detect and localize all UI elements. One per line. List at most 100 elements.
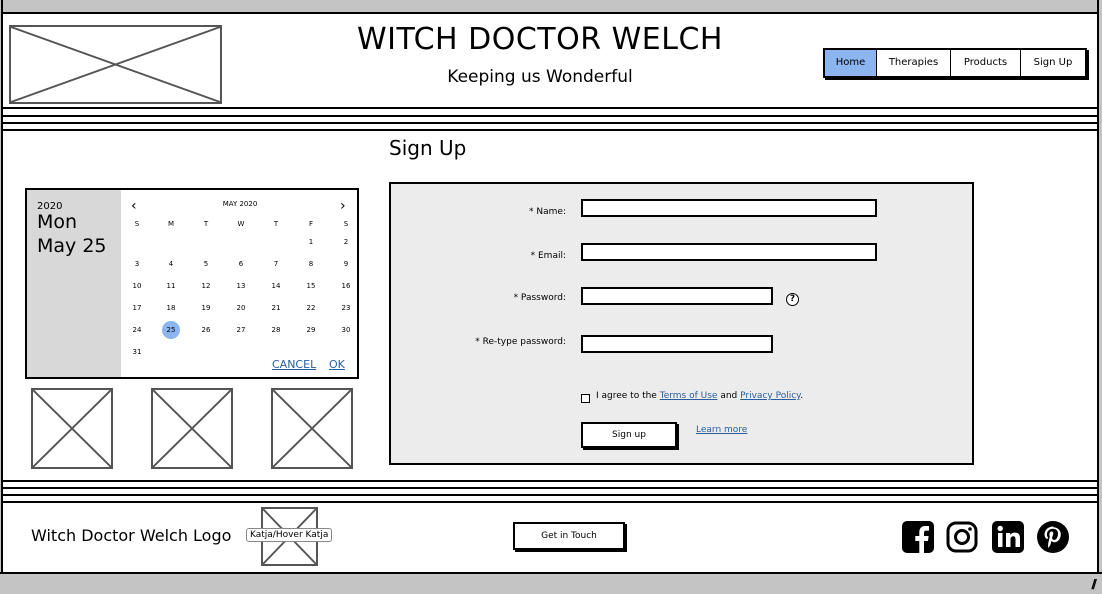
header-divider [3, 107, 1097, 109]
image-placeholder [31, 388, 113, 469]
calendar-day[interactable]: 16 [335, 277, 357, 295]
date-picker: 2020 Mon May 25 ‹ MAY 2020 › SMTWTFS1234… [25, 188, 359, 379]
calendar-day[interactable]: 22 [300, 299, 322, 317]
footer-divider [3, 494, 1097, 496]
calendar-day[interactable]: 30 [335, 321, 357, 339]
name-field[interactable] [581, 199, 877, 217]
image-placeholder-icon [153, 390, 231, 467]
footer-divider [3, 487, 1097, 489]
agree-checkbox[interactable] [581, 394, 590, 403]
calendar-day[interactable]: 4 [160, 255, 182, 273]
header-divider [3, 129, 1097, 131]
calendar-day-selected[interactable]: 25 [162, 321, 180, 339]
calendar-day[interactable]: 7 [265, 255, 287, 273]
calendar-day[interactable]: 14 [265, 277, 287, 295]
calendar-day[interactable]: 12 [195, 277, 217, 295]
calendar-day[interactable]: 11 [160, 277, 182, 295]
retype-password-field[interactable] [581, 335, 773, 353]
privacy-link[interactable]: Privacy Policy [740, 391, 800, 401]
nav-sign-up[interactable]: Sign Up [1021, 50, 1085, 76]
calendar-day[interactable]: 19 [195, 299, 217, 317]
page-title: Sign Up [389, 136, 467, 160]
calendar-day[interactable]: 29 [300, 321, 322, 339]
agree-prefix: I agree to the [596, 391, 657, 401]
month-label: MAY 2020 [222, 200, 258, 208]
learn-more-link[interactable]: Learn more [696, 425, 747, 435]
footer-logo-text: Witch Doctor Welch Logo [31, 526, 232, 545]
selected-weekday: Mon [37, 211, 78, 233]
calendar-day[interactable]: 9 [335, 255, 357, 273]
logo-tooltip: Katja/Hover Katja [246, 528, 333, 542]
date-picker-summary: 2020 Mon May 25 [27, 190, 121, 377]
instagram-icon[interactable] [946, 521, 978, 553]
email-field[interactable] [581, 243, 877, 261]
calendar-day[interactable]: 24 [126, 321, 148, 339]
calendar-day[interactable]: 3 [126, 255, 148, 273]
nav-therapies[interactable]: Therapies [877, 50, 951, 76]
image-placeholder-icon [273, 390, 351, 467]
calendar-ok-button[interactable]: OK [329, 358, 345, 371]
calendar-day[interactable]: 15 [300, 277, 322, 295]
image-placeholder-icon [33, 390, 111, 467]
password-field[interactable] [581, 287, 773, 305]
calendar-day[interactable]: 23 [335, 299, 357, 317]
sign-up-button[interactable]: Sign up [581, 422, 677, 448]
agree-suffix: . [800, 391, 804, 401]
calendar-day[interactable]: 17 [126, 299, 148, 317]
calendar-day[interactable]: 20 [230, 299, 252, 317]
calendar-day[interactable]: 5 [195, 255, 217, 273]
retype-password-label: * Re-type password: [475, 337, 566, 347]
image-placeholder [271, 388, 353, 469]
name-label: * Name: [529, 207, 566, 217]
signup-form: * Name: * Email: * Password: ? * Re-type… [389, 182, 974, 465]
window-bottom-bar: // [0, 572, 1102, 594]
calendar-day[interactable]: 6 [230, 255, 252, 273]
calendar-day[interactable]: 10 [126, 277, 148, 295]
agree-text: I agree to the Terms of Use and Privacy … [596, 391, 803, 401]
weekday-header: F [308, 220, 314, 228]
calendar-day[interactable]: 28 [265, 321, 287, 339]
main-nav: Home Therapies Products Sign Up [823, 48, 1087, 78]
resize-grip-icon[interactable]: // [1091, 577, 1097, 591]
pinterest-icon[interactable] [1037, 521, 1069, 553]
calendar-day[interactable]: 13 [230, 277, 252, 295]
calendar-day[interactable]: 21 [265, 299, 287, 317]
header-divider [3, 115, 1097, 117]
image-placeholder-icon [11, 27, 220, 102]
calendar-day[interactable]: 27 [230, 321, 252, 339]
window-top-bar [0, 0, 1102, 14]
chevron-left-icon[interactable]: ‹ [131, 198, 137, 214]
calendar-day[interactable]: 18 [160, 299, 182, 317]
window-left-edge [0, 0, 3, 594]
footer-divider [3, 480, 1097, 482]
site-tagline: Keeping us Wonderful [447, 67, 633, 87]
question-mark-icon[interactable]: ? [786, 293, 799, 306]
calendar-day[interactable]: 31 [126, 343, 148, 361]
selected-date: May 25 [37, 235, 107, 257]
weekday-header: M [167, 220, 175, 228]
chevron-right-icon[interactable]: › [340, 198, 346, 214]
header-divider [3, 122, 1097, 124]
calendar-day[interactable]: 2 [335, 233, 357, 251]
image-placeholder [151, 388, 233, 469]
window-right-edge [1097, 0, 1102, 594]
calendar-day[interactable]: 26 [195, 321, 217, 339]
weekday-header: S [343, 220, 349, 228]
facebook-icon[interactable] [902, 521, 934, 553]
weekday-header: T [203, 220, 209, 228]
weekday-header: S [134, 220, 140, 228]
calendar-day[interactable]: 8 [300, 255, 322, 273]
linkedin-icon[interactable] [992, 521, 1024, 553]
password-label: * Password: [513, 293, 566, 303]
nav-home[interactable]: Home [825, 50, 877, 76]
site-logo-placeholder [9, 25, 222, 104]
weekday-header: W [237, 220, 245, 228]
nav-products[interactable]: Products [951, 50, 1021, 76]
weekday-header: T [273, 220, 279, 228]
terms-link[interactable]: Terms of Use [660, 391, 718, 401]
calendar-day[interactable]: 1 [300, 233, 322, 251]
site-title: WITCH DOCTOR WELCH [357, 22, 723, 57]
get-in-touch-button[interactable]: Get in Touch [513, 522, 625, 550]
footer-divider [3, 501, 1097, 503]
calendar-cancel-button[interactable]: CANCEL [272, 358, 316, 371]
